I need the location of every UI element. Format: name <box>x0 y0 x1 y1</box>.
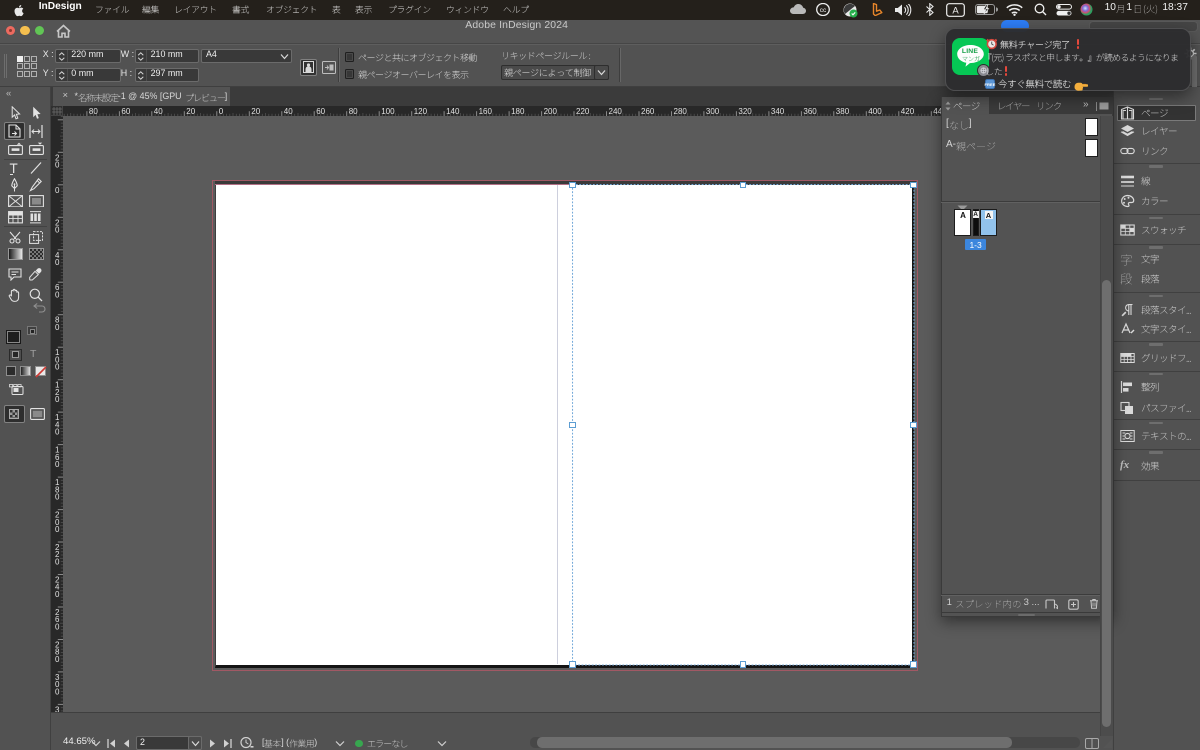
svg-text:400: 400 <box>868 107 882 116</box>
svg-text:0: 0 <box>55 525 60 534</box>
svg-text:0: 0 <box>55 460 60 469</box>
svg-text:140: 140 <box>446 107 460 116</box>
svg-text:300: 300 <box>706 107 720 116</box>
svg-text:20: 20 <box>186 107 195 116</box>
svg-text:20: 20 <box>251 107 260 116</box>
svg-text:0: 0 <box>55 687 60 696</box>
svg-text:60: 60 <box>121 107 130 116</box>
svg-text:420: 420 <box>901 107 915 116</box>
svg-text:80: 80 <box>89 107 98 116</box>
svg-text:100: 100 <box>381 107 395 116</box>
svg-text:3: 3 <box>55 705 60 712</box>
svg-text:0: 0 <box>55 323 60 332</box>
svg-text:0: 0 <box>55 428 60 437</box>
svg-text:160: 160 <box>479 107 493 116</box>
svg-text:120: 120 <box>414 107 428 116</box>
svg-text:280: 280 <box>674 107 688 116</box>
svg-text:0: 0 <box>219 107 224 116</box>
svg-text:cc: cc <box>820 7 827 14</box>
svg-text:0: 0 <box>55 226 60 235</box>
svg-text:0: 0 <box>55 186 60 195</box>
svg-text:380: 380 <box>836 107 850 116</box>
svg-text:320: 320 <box>738 107 752 116</box>
svg-text:A: A <box>952 5 959 16</box>
svg-text:40: 40 <box>154 107 163 116</box>
svg-text:0: 0 <box>55 655 60 664</box>
svg-text:200: 200 <box>544 107 558 116</box>
svg-text:360: 360 <box>803 107 817 116</box>
svg-text:340: 340 <box>771 107 785 116</box>
svg-text:240: 240 <box>609 107 623 116</box>
svg-text:80: 80 <box>349 107 358 116</box>
svg-text:0: 0 <box>55 622 60 631</box>
svg-text:0: 0 <box>55 493 60 502</box>
svg-text:220: 220 <box>576 107 590 116</box>
svg-text:0: 0 <box>55 395 60 404</box>
svg-text:0: 0 <box>55 590 60 599</box>
svg-text:60: 60 <box>316 107 325 116</box>
svg-text:0: 0 <box>55 258 60 267</box>
svg-text:40: 40 <box>284 107 293 116</box>
svg-text:0: 0 <box>55 290 60 299</box>
svg-text:180: 180 <box>511 107 525 116</box>
svg-text:0: 0 <box>55 161 60 170</box>
svg-text:0: 0 <box>55 363 60 372</box>
svg-text:260: 260 <box>641 107 655 116</box>
svg-text:0: 0 <box>55 557 60 566</box>
